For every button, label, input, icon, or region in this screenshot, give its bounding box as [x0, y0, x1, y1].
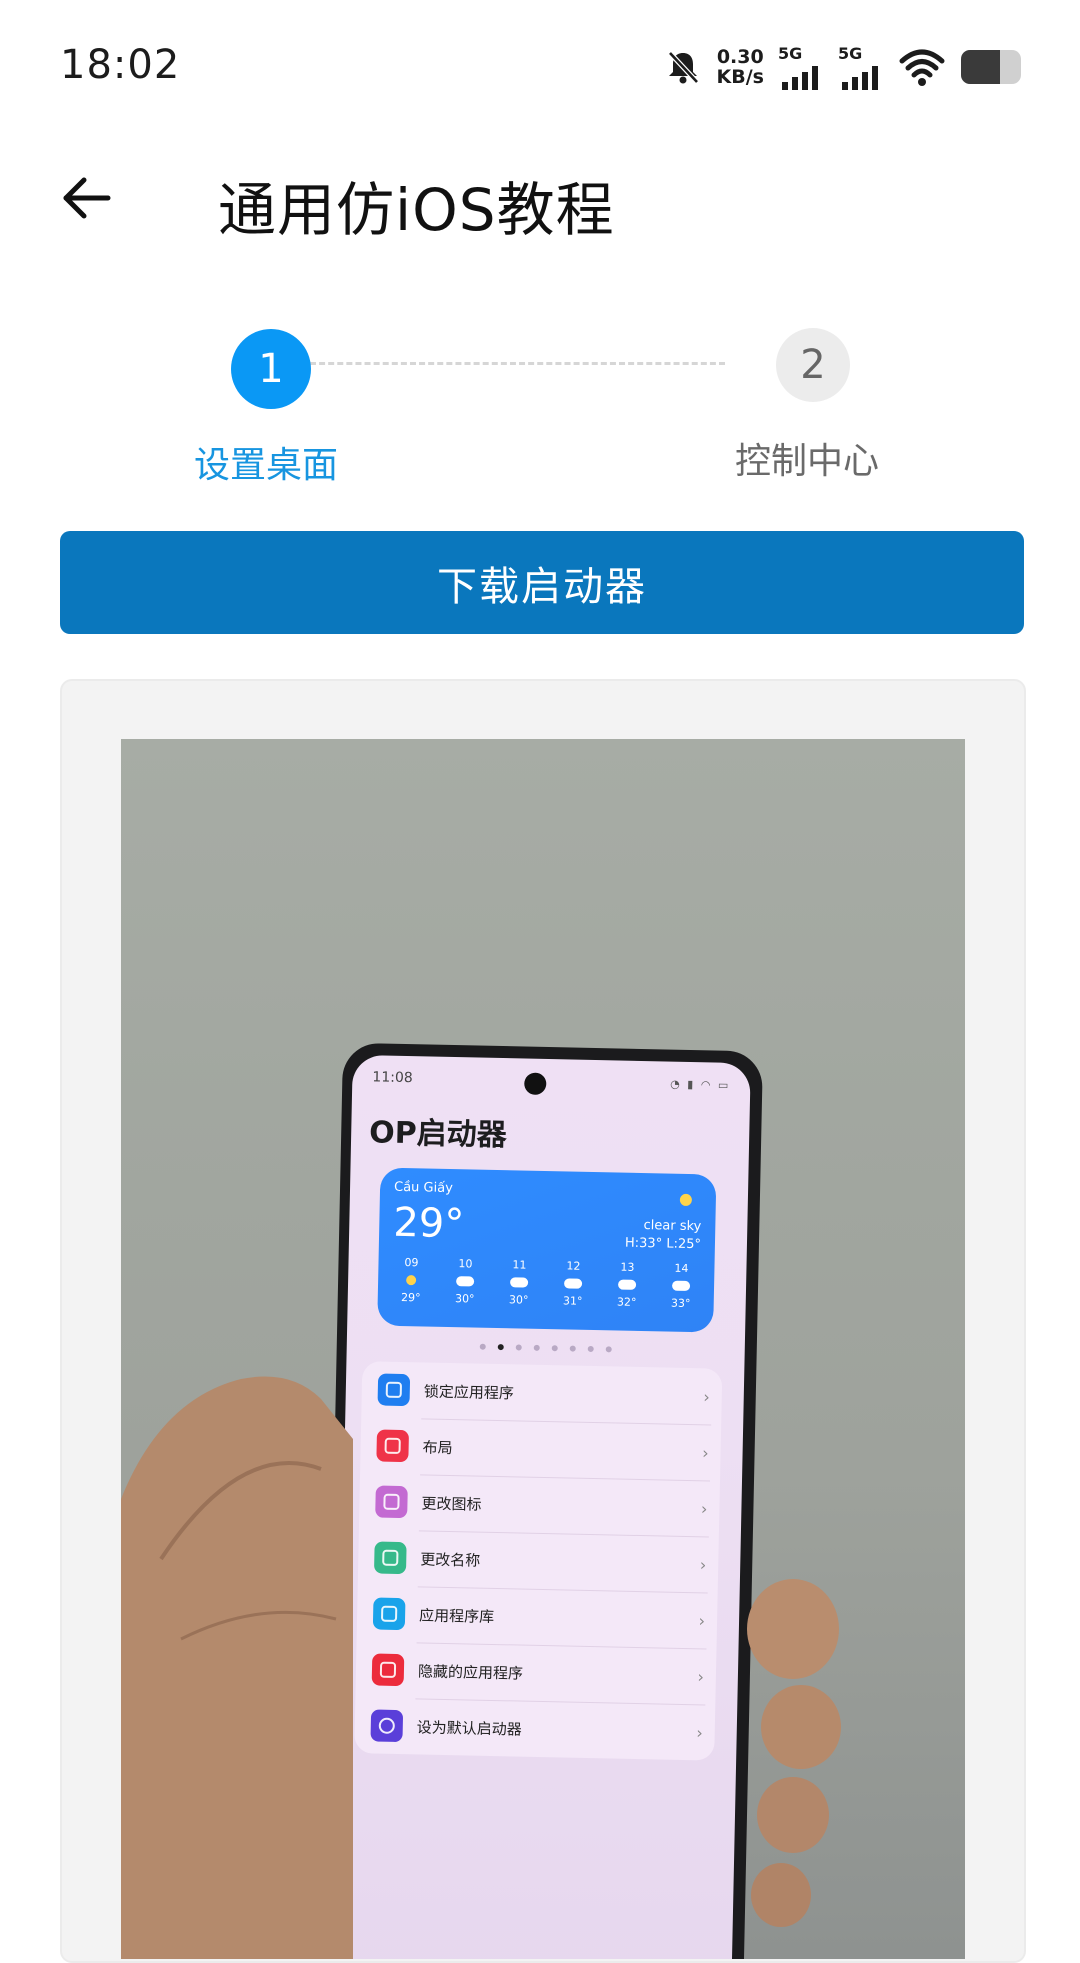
network-type-label: 5G — [778, 44, 803, 63]
step-2-label[interactable]: 控制中心 — [735, 432, 879, 484]
signal-icon — [842, 66, 878, 90]
tutorial-photo: 11:08 ◔ ▮ ◠ ▭ OP启动器 Cầu Giấy 29° clear s… — [121, 739, 965, 1959]
download-launcher-button[interactable]: 下载启动器 — [60, 531, 1024, 634]
bell-muted-icon — [663, 47, 703, 87]
status-bar: 18:02 0.30 KB/s 5G 5G — [0, 0, 1080, 130]
battery-icon — [960, 48, 1024, 86]
step-2-indicator[interactable]: 2 — [776, 328, 850, 402]
arrow-left-icon — [63, 177, 111, 219]
signal-2: 5G — [838, 44, 884, 90]
speed-unit: KB/s — [716, 66, 764, 88]
signal-1: 5G — [778, 44, 824, 90]
page-title: 通用仿iOS教程 — [218, 176, 615, 244]
back-button[interactable] — [56, 168, 116, 228]
status-icons: 0.30 KB/s 5G 5G — [663, 44, 1024, 90]
network-type-label: 5G — [838, 44, 863, 63]
wifi-icon — [898, 47, 946, 87]
tutorial-image-card: 11:08 ◔ ▮ ◠ ▭ OP启动器 Cầu Giấy 29° clear s… — [60, 679, 1026, 1963]
step-1-indicator[interactable]: 1 — [231, 329, 311, 409]
step-1-label[interactable]: 设置桌面 — [194, 436, 338, 488]
speed-value: 0.30 — [716, 46, 764, 68]
network-speed: 0.30 KB/s — [717, 47, 764, 87]
stepper-connector — [310, 362, 725, 365]
hand-illustration — [121, 1376, 841, 1959]
signal-icon — [782, 66, 818, 90]
status-time: 18:02 — [60, 42, 181, 88]
